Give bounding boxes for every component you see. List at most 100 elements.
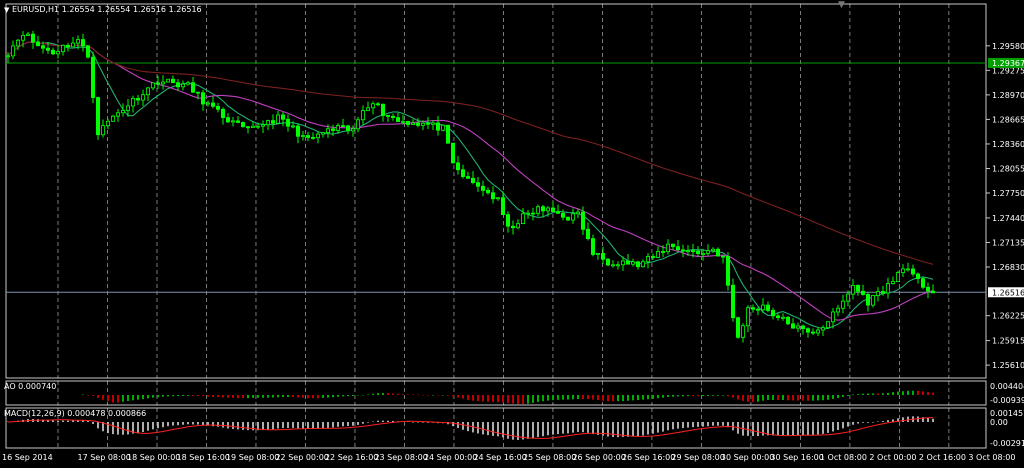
candle-body	[405, 120, 410, 125]
ao-bar	[697, 395, 699, 397]
macd-bar	[87, 421, 89, 422]
candle-body	[791, 323, 796, 329]
candle-body	[871, 295, 876, 306]
candle-body	[796, 325, 801, 329]
ao-axis-label: -0.00939	[990, 396, 1024, 405]
level-price-label: 1.29367	[992, 59, 1024, 68]
ao-bar	[817, 395, 819, 401]
candle-body	[836, 307, 841, 313]
ao-bar	[517, 395, 519, 404]
macd-bar	[662, 422, 664, 432]
macd-bar	[572, 422, 574, 433]
ao-bar	[272, 395, 274, 398]
ao-bar	[332, 395, 334, 398]
candle-body	[370, 103, 375, 109]
candle-body	[130, 97, 135, 107]
candle-body	[106, 120, 111, 127]
ao-bar	[682, 395, 684, 397]
chart-canvas[interactable]: 1.295801.292751.289701.286651.283601.280…	[0, 0, 1024, 464]
ao-bar	[912, 390, 914, 395]
candle-body	[390, 115, 395, 118]
ao-bar	[232, 395, 234, 398]
time-axis-label: 3 Oct 08:00	[968, 453, 1015, 462]
macd-bar	[67, 420, 69, 422]
candle-body	[556, 211, 561, 214]
candle-body	[641, 261, 646, 268]
time-axis-label: 2 Oct 16:00	[919, 453, 966, 462]
ao-bar	[202, 395, 204, 397]
ao-bar	[532, 395, 534, 403]
time-axis-label: 19 Sep 08:00	[226, 453, 279, 462]
macd-bar	[682, 422, 684, 429]
candle-body	[320, 132, 325, 135]
macd-bar	[627, 422, 629, 437]
candle-body	[10, 45, 15, 57]
macd-bar	[677, 422, 679, 429]
trading-chart[interactable]: 1.29580 1.29275 1.28970 1.28665 1.28360 1.280…	[0, 0, 1024, 464]
candle-body	[646, 256, 651, 263]
macd-bar	[222, 422, 224, 428]
ao-bar	[677, 395, 679, 397]
time-axis-label: 24 Sep 00:00	[424, 453, 477, 462]
ao-bar	[387, 393, 389, 395]
ao-bar	[182, 395, 184, 396]
ao-bar	[837, 395, 839, 399]
ao-bar	[152, 395, 154, 398]
candle-body	[616, 264, 621, 267]
macd-bar	[157, 422, 159, 429]
ao-bar	[777, 395, 779, 401]
candle-body	[170, 78, 175, 84]
dropdown-triangle-icon[interactable]: ▼	[4, 6, 9, 14]
candle-body	[696, 250, 701, 255]
macd-bar	[117, 422, 119, 435]
candle-body	[330, 128, 335, 131]
ao-bar	[242, 395, 244, 399]
candle-body	[621, 260, 626, 266]
ao-bar	[92, 395, 94, 397]
candle-body	[741, 325, 746, 338]
macd-bar	[107, 422, 109, 434]
ao-bar	[427, 395, 429, 396]
candle-body	[861, 290, 866, 295]
candle-body	[190, 82, 195, 93]
candle-body	[290, 125, 295, 128]
candle-body	[6, 55, 11, 58]
candle-body	[661, 251, 666, 253]
ao-bar	[297, 395, 299, 398]
ao-bar	[292, 395, 294, 398]
candle-body	[906, 268, 911, 271]
candle-body	[335, 125, 340, 131]
ao-bar	[612, 395, 614, 402]
macd-bar	[622, 422, 624, 437]
macd-bar	[747, 422, 749, 436]
macd-bar	[192, 422, 194, 425]
macd-bar	[492, 422, 494, 436]
macd-bar	[847, 422, 849, 427]
ao-bar	[377, 393, 379, 395]
candle-body	[465, 176, 470, 179]
macd-bar	[172, 422, 174, 426]
ao-bar	[187, 395, 189, 396]
time-axis-label: 18 Sep 00:00	[127, 453, 180, 462]
candle-body	[425, 122, 430, 125]
candle-body	[140, 94, 145, 101]
time-axis-label: 30 Sep 00:00	[721, 453, 774, 462]
candle-body	[415, 122, 420, 126]
macd-bar	[287, 422, 289, 429]
macd-bar	[567, 422, 569, 434]
ao-bar	[177, 395, 179, 397]
ao-bar	[267, 395, 269, 398]
macd-bar	[302, 422, 304, 429]
ao-bar	[312, 395, 314, 399]
macd-bar	[167, 422, 169, 427]
candle-body	[275, 114, 280, 124]
macd-bar	[152, 422, 154, 430]
candle-body	[200, 92, 205, 105]
candle-body	[771, 310, 776, 317]
candle-body	[56, 51, 61, 55]
ao-bar	[317, 395, 319, 399]
macd-bar	[312, 422, 314, 429]
ao-bar	[897, 391, 899, 395]
scroll-marker-icon[interactable]: ▼	[838, 0, 845, 10]
macd-bar	[412, 422, 414, 423]
